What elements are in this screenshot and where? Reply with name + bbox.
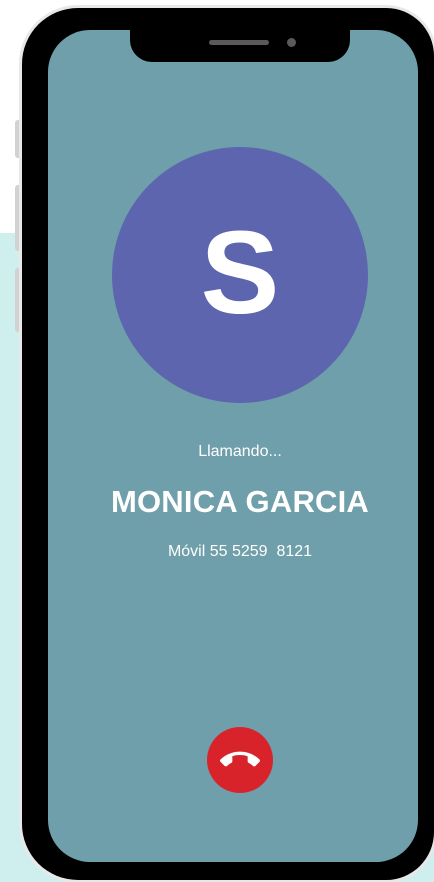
end-call-button[interactable]: [207, 727, 273, 793]
phone-hangup-icon: [220, 740, 260, 780]
contact-phone-number: Móvil 55 5259 8121: [167, 543, 313, 560]
contact-avatar: S: [112, 147, 368, 403]
mockup-stage: S Llamando... MONICA GARCIA Móvil 55 525…: [0, 0, 434, 882]
earpiece-speaker: [209, 40, 269, 45]
avatar-initial: S: [200, 207, 280, 339]
call-status: Llamando...: [198, 443, 282, 460]
contact-name: MONICA GARCIA: [110, 484, 370, 519]
front-camera: [287, 38, 296, 47]
